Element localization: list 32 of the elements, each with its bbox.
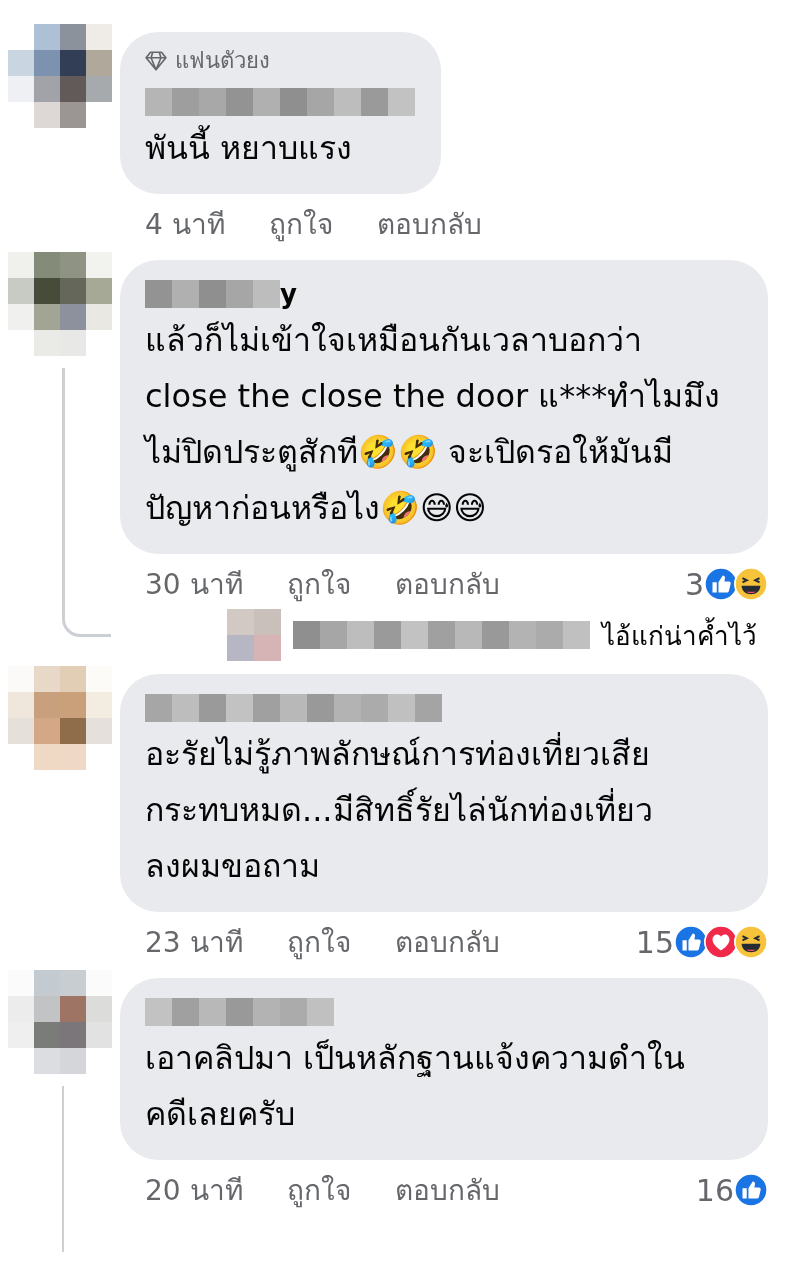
action-link[interactable]: ถูกใจ	[286, 1168, 351, 1212]
author-name[interactable]: y	[280, 280, 297, 308]
comment-text: อะรัยไม่รู้ภาพลักษณ์การท่องเที่ยวเสีย	[145, 726, 742, 782]
reaction-count[interactable]: 16	[695, 1172, 734, 1208]
blurred-avatar[interactable]	[8, 252, 112, 356]
comment-text: เอาคลิปมา เป็นหลักฐานแจ้งความดำใน	[145, 1038, 687, 1079]
comment-text: ปัญหาก่อนหรือไง🤣😅😅	[145, 488, 488, 529]
comment-text: คดีเลยครับ	[145, 1094, 296, 1135]
comment-text: ลงผมขอถาม	[145, 846, 321, 887]
action-link[interactable]: ตอบกลับ	[376, 202, 482, 246]
diamond-icon	[145, 51, 167, 71]
action-link[interactable]: ถูกใจ	[268, 202, 333, 246]
comment-text: กระทบหมด...มีสิทธิ์รัยไล่นักท่องเที่ยว	[145, 782, 742, 838]
reply-preview-text[interactable]: ไอ้แก่น่าค้ำไว้	[602, 614, 757, 656]
action-link[interactable]: ถูกใจ	[286, 920, 351, 964]
action-link[interactable]: ตอบกลับ	[394, 920, 500, 964]
comment-text: close the close the door แ***ทำไมมึง	[145, 376, 722, 417]
reaction-count[interactable]: 3	[684, 566, 704, 602]
timestamp: 30 นาที	[145, 567, 243, 603]
timestamp: 20 นาที	[145, 1173, 243, 1209]
blurred-avatar[interactable]	[8, 666, 112, 770]
timestamp: 23 นาที	[145, 925, 243, 961]
blurred-avatar[interactable]	[8, 24, 112, 128]
timestamp: 4 นาที	[145, 207, 225, 243]
reaction-count[interactable]: 15	[635, 924, 674, 960]
comment-text: ไม่ปิดประตูสักที🤣🤣 จะเปิดรอให้มันมี	[145, 432, 675, 474]
action-link[interactable]: ถูกใจ	[286, 562, 351, 606]
action-link[interactable]: ตอบกลับ	[394, 1168, 500, 1212]
badge-label: แฟนตัวยง	[175, 47, 270, 75]
comment-text: แล้วก็ไม่เข้าใจเหมือนกันเวลาบอกว่า	[145, 320, 643, 361]
comment-text: พันนี้ หยาบแรง	[145, 120, 415, 176]
action-link[interactable]: ตอบกลับ	[394, 562, 500, 606]
